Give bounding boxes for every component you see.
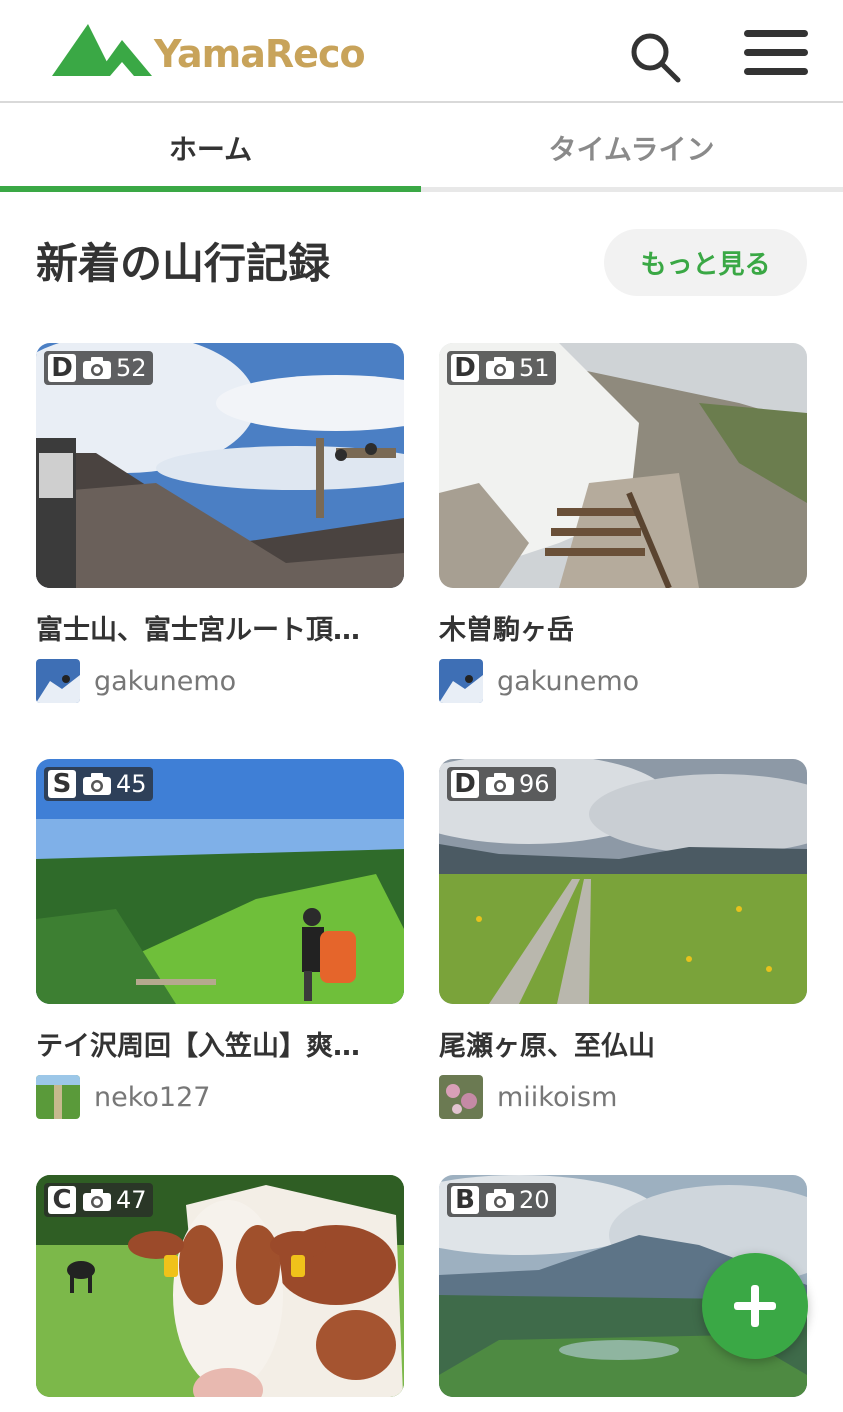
avatar [439, 659, 483, 703]
tab-timeline[interactable]: タイムライン [421, 103, 842, 193]
record-badge: D 96 [447, 767, 556, 801]
photo-count: 52 [116, 354, 147, 382]
record-user[interactable]: miikoism [439, 1075, 807, 1119]
record-card[interactable]: D 51 木曽駒ヶ岳 gakunemo [439, 343, 807, 703]
photo-count: 96 [519, 770, 550, 798]
photo-count: 51 [519, 354, 550, 382]
mountain-logo-icon [52, 24, 152, 76]
record-title[interactable]: 尾瀬ヶ原、至仏山 [439, 1024, 807, 1063]
tab-bar: ホーム タイムライン [0, 103, 843, 193]
camera-icon [83, 773, 111, 795]
record-thumbnail[interactable]: D 51 [439, 343, 807, 588]
menu-bar-icon [744, 30, 808, 37]
username: gakunemo [497, 665, 640, 697]
record-badge: S 45 [44, 767, 153, 801]
grade-label: D [48, 353, 76, 383]
photo-count: 47 [116, 1186, 147, 1214]
plus-icon [734, 1285, 776, 1327]
menu-bar-icon [744, 68, 808, 75]
avatar [36, 659, 80, 703]
record-thumbnail[interactable]: D 96 [439, 759, 807, 1004]
username: gakunemo [94, 665, 237, 697]
record-card[interactable]: C 47 [36, 1175, 404, 1397]
app-header: YamaReco [0, 0, 843, 103]
search-icon [631, 33, 681, 83]
record-badge: C 47 [44, 1183, 153, 1217]
add-record-button[interactable] [702, 1253, 808, 1359]
active-tab-indicator [0, 186, 421, 192]
tab-track [421, 187, 843, 192]
record-title[interactable]: テイ沢周回【入笠山】爽… [36, 1024, 404, 1063]
grade-label: D [451, 353, 479, 383]
record-thumbnail[interactable]: D 52 [36, 343, 404, 588]
tab-home[interactable]: ホーム [0, 103, 421, 193]
record-user[interactable]: neko127 [36, 1075, 404, 1119]
record-user[interactable]: gakunemo [36, 659, 404, 703]
camera-icon [486, 357, 514, 379]
grade-label: D [451, 769, 479, 799]
record-thumbnail[interactable]: S 45 [36, 759, 404, 1004]
photo-count: 45 [116, 770, 147, 798]
camera-icon [83, 357, 111, 379]
record-title[interactable]: 富士山、富士宮ルート頂… [36, 608, 404, 647]
camera-icon [486, 773, 514, 795]
record-card[interactable]: S 45 テイ沢周回【入笠山】爽… neko127 [36, 759, 404, 1119]
photo-count: 20 [519, 1186, 550, 1214]
grade-label: B [451, 1185, 479, 1215]
yamareco-logo[interactable]: YamaReco [52, 20, 366, 80]
see-more-button[interactable]: もっと見る [604, 229, 807, 296]
camera-icon [83, 1189, 111, 1211]
hamburger-menu-button[interactable] [744, 28, 808, 78]
avatar [36, 1075, 80, 1119]
logo-text: YamaReco [154, 32, 366, 76]
username: neko127 [94, 1081, 211, 1113]
section-title: 新着の山行記録 [36, 239, 331, 288]
menu-bar-icon [744, 49, 808, 56]
record-user[interactable]: gakunemo [439, 659, 807, 703]
record-badge: B 20 [447, 1183, 556, 1217]
record-badge: D 51 [447, 351, 556, 385]
grade-label: C [48, 1185, 76, 1215]
avatar [439, 1075, 483, 1119]
record-card[interactable]: D 52 富士山、富士宮ルート頂… gakunemo [36, 343, 404, 703]
username: miikoism [497, 1081, 618, 1113]
record-title[interactable]: 木曽駒ヶ岳 [439, 608, 807, 647]
record-thumbnail[interactable]: C 47 [36, 1175, 404, 1397]
search-button[interactable] [628, 30, 682, 84]
record-badge: D 52 [44, 351, 153, 385]
grade-label: S [48, 769, 76, 799]
camera-icon [486, 1189, 514, 1211]
record-card[interactable]: D 96 尾瀬ヶ原、至仏山 miikoism [439, 759, 807, 1119]
